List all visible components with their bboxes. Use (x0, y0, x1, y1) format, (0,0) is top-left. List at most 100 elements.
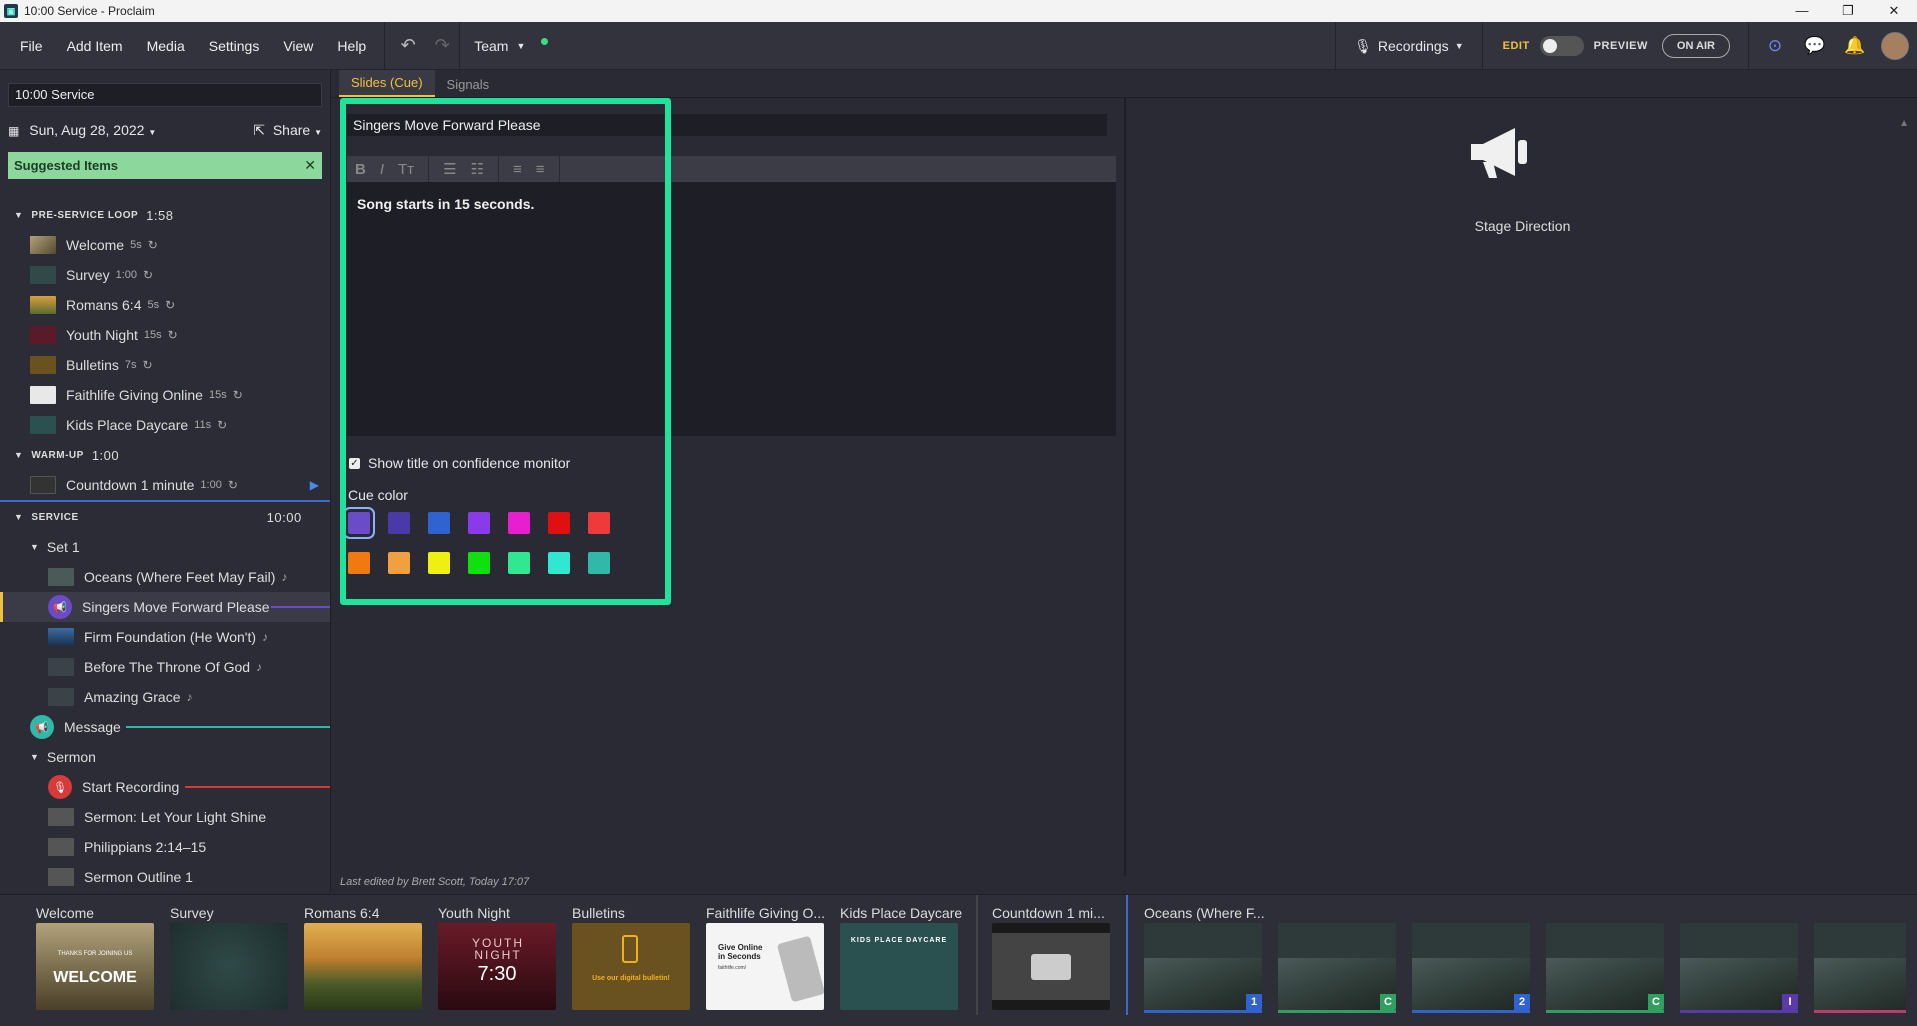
recordings-menu[interactable]: 🎙 Recordings ▼ (1335, 22, 1483, 70)
cue-color-swatch[interactable] (343, 507, 375, 539)
card-thumbnail (992, 923, 1110, 1010)
list-item[interactable]: Survey 1:00 ↻ (0, 260, 330, 290)
menu-add-item[interactable]: Add Item (55, 22, 135, 70)
tab-slides-cue[interactable]: Slides (Cue) (339, 70, 435, 97)
list-item[interactable]: Sermon Outline 1 (0, 862, 330, 892)
maximize-button[interactable]: ❐ (1825, 0, 1871, 22)
chevron-down-icon: ▼ (14, 450, 24, 460)
section-title: WARM-UP (31, 449, 84, 461)
list-item[interactable]: Before The Throne Of God ♪ (0, 652, 330, 682)
service-date-picker[interactable]: ▦ Sun, Aug 28, 2022 ▼ (8, 122, 156, 138)
preview-card[interactable] (1814, 895, 1906, 1026)
list-item[interactable]: Amazing Grace ♪ (0, 682, 330, 712)
close-icon[interactable]: ✕ (304, 157, 316, 174)
cue-color-swatch[interactable] (428, 552, 450, 574)
cue-color-swatch[interactable] (508, 552, 530, 574)
team-menu[interactable]: Team ▼ (460, 38, 562, 54)
edit-preview-toggle[interactable] (1539, 36, 1584, 56)
section-pre-service[interactable]: ▼ PRE-SERVICE LOOP 1:58 (0, 200, 330, 230)
bullet-list-icon[interactable]: ☰ (443, 160, 456, 178)
list-item[interactable]: Firm Foundation (He Won't) ♪ (0, 622, 330, 652)
video-camera-icon (1031, 953, 1071, 980)
section-title: PRE-SERVICE LOOP (31, 209, 139, 221)
list-item[interactable]: Welcome 5s ↻ (0, 230, 330, 260)
cue-color-swatch[interactable] (588, 512, 610, 534)
cue-color-swatch[interactable] (428, 512, 450, 534)
menu-help[interactable]: Help (325, 22, 378, 70)
card-thumbnail: 1 (1144, 923, 1262, 1010)
cue-editor: Singers Move Forward Please B I Tт ☰ ☷ ≡… (331, 98, 1126, 876)
loop-icon: ↻ (232, 388, 243, 402)
edit-mode-label: EDIT (1502, 40, 1530, 52)
cue-color-swatch[interactable] (388, 512, 410, 534)
list-item[interactable]: Sermon: Let Your Light Shine (0, 802, 330, 832)
cue-color-swatch[interactable] (348, 552, 370, 574)
chat-icon[interactable]: 💬 (1795, 36, 1835, 56)
close-button[interactable]: ✕ (1871, 0, 1917, 22)
thumbnail (30, 386, 56, 404)
on-air-button[interactable]: ON AIR (1661, 34, 1730, 58)
chevron-down-icon: ▼ (14, 210, 24, 220)
list-item[interactable]: 📢 Message (0, 712, 330, 742)
item-duration: 1:00 (200, 479, 222, 491)
loop-icon: ↻ (143, 268, 154, 282)
list-item[interactable]: Countdown 1 minute 1:00 ↻ ▶ (0, 470, 330, 500)
menu-view[interactable]: View (271, 22, 325, 70)
avatar[interactable] (1881, 32, 1909, 60)
loop-icon: ↻ (147, 238, 158, 252)
cue-body-text[interactable]: Song starts in 15 seconds. (347, 182, 1116, 436)
list-item-selected[interactable]: 📢 Singers Move Forward Please (0, 592, 330, 622)
list-item[interactable]: Bulletins 7s ↻ (0, 350, 330, 380)
cue-title-input[interactable]: Singers Move Forward Please (347, 114, 1107, 136)
redo-icon[interactable]: ↷ (425, 35, 459, 56)
section-warm-up[interactable]: ▼ WARM-UP 1:00 (0, 440, 330, 470)
service-item-list: ▼ PRE-SERVICE LOOP 1:58 Welcome 5s ↻ Surve… (0, 200, 330, 892)
notification-bell-icon[interactable]: 🔔 (1835, 36, 1875, 56)
list-item[interactable]: Romans 6:4 5s ↻ (0, 290, 330, 320)
undo-icon[interactable]: ↶ (391, 35, 425, 56)
cue-color-swatch[interactable] (468, 512, 490, 534)
minimize-button[interactable]: — (1779, 0, 1825, 22)
italic-icon[interactable]: I (380, 161, 384, 178)
section-service[interactable]: ▼ SERVICE 10:00 (0, 502, 330, 532)
chevron-down-icon: ▼ (314, 127, 322, 137)
stage-direction-panel: Stage Direction ▲ (1128, 98, 1917, 876)
tab-signals[interactable]: Signals (435, 72, 502, 97)
indent-icon[interactable]: ≡ (536, 161, 545, 178)
service-name-field[interactable]: 10:00 Service (8, 83, 322, 107)
menu-file[interactable]: File (0, 22, 55, 70)
bold-icon[interactable]: B (355, 161, 366, 178)
outdent-icon[interactable]: ≡ (513, 161, 522, 178)
list-item[interactable]: 🎙 Start Recording (0, 772, 330, 802)
numbered-list-icon[interactable]: ☷ (471, 160, 484, 178)
list-item[interactable]: Oceans (Where Feet May Fail) ♪ (0, 562, 330, 592)
list-item[interactable]: Philippians 2:14–15 (0, 832, 330, 862)
menu-media[interactable]: Media (135, 22, 197, 70)
item-name: Start Recording (82, 779, 180, 795)
cue-color-swatch[interactable] (468, 552, 490, 574)
more-options-icon[interactable]: ⊙ (1755, 36, 1795, 56)
share-button[interactable]: ⇱ Share ▼ (253, 122, 322, 139)
cue-color-swatch[interactable] (388, 552, 410, 574)
item-name: Bulletins (66, 357, 119, 373)
group-set-1[interactable]: ▼ Set 1 (0, 532, 330, 562)
suggested-items-banner[interactable]: Suggested Items ✕ (8, 152, 322, 179)
list-item[interactable]: Youth Night 15s ↻ (0, 320, 330, 350)
show-title-checkbox[interactable]: ✓ (349, 457, 360, 469)
cue-color-swatch[interactable] (508, 512, 530, 534)
thumbnail (30, 266, 56, 284)
list-item[interactable]: Faithlife Giving Online 15s ↻ (0, 380, 330, 410)
item-duration: 1:00 (115, 269, 137, 281)
menu-settings[interactable]: Settings (197, 22, 272, 70)
item-duration: 15s (208, 389, 227, 401)
text-size-icon[interactable]: Tт (398, 161, 414, 178)
music-note-icon: ♪ (281, 570, 288, 584)
thumbnail (30, 416, 56, 434)
group-sermon[interactable]: ▼ Sermon (0, 742, 330, 772)
cue-color-swatch[interactable] (588, 552, 610, 574)
list-item[interactable]: Kids Place Daycare 11s ↻ (0, 410, 330, 440)
cue-color-swatch[interactable] (548, 552, 570, 574)
card-thumbnail: THANKS FOR JOINING US WELCOME (36, 923, 154, 1010)
cue-color-swatch[interactable] (548, 512, 570, 534)
scroll-up-icon[interactable]: ▲ (1899, 118, 1909, 129)
